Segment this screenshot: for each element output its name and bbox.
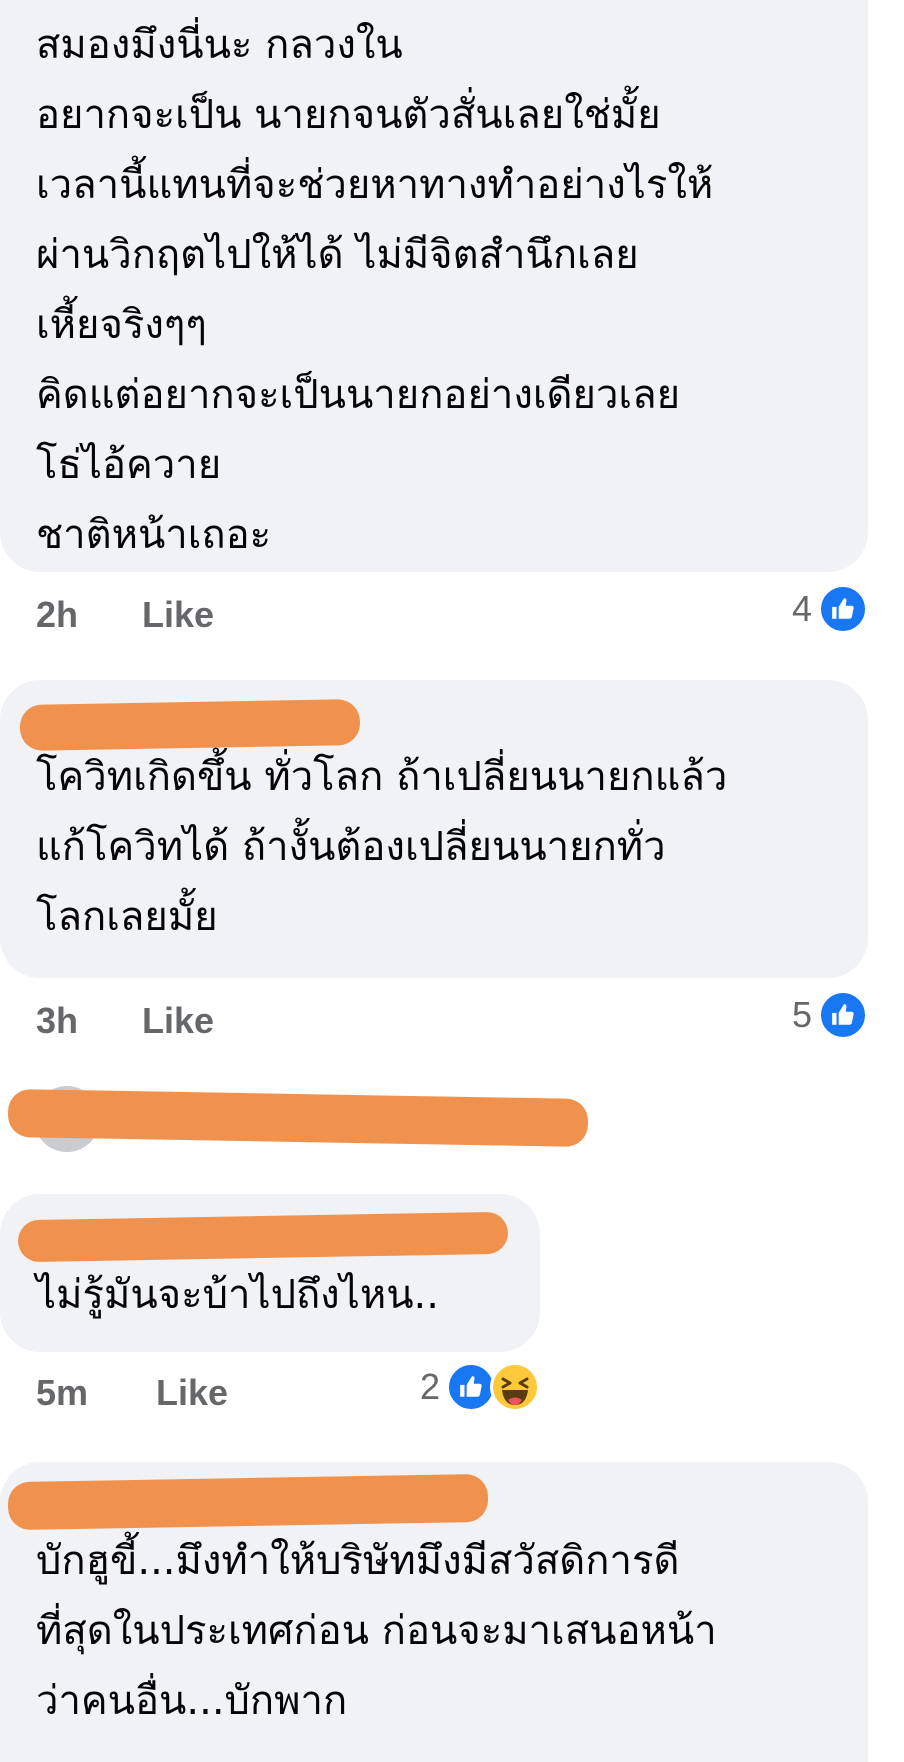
comment-text-line: เหี้ยจริงๆๆ [36, 302, 207, 348]
comment-bubble: ไม่รู้มันจะบ้าไปถึงไหน.. [0, 1194, 540, 1352]
comment-timestamp: 5m [36, 1372, 89, 1413]
comment-text-line: ว่าคนอื่น...บักพาก [36, 1678, 348, 1724]
like-icon [818, 584, 868, 634]
reaction-count: 5 [791, 994, 812, 1035]
reaction-count: 2 [419, 1366, 440, 1407]
reaction-count: 4 [791, 588, 812, 629]
comment-text-line: คิดแต่อยากจะเป็นนายกอย่างเดียวเลย [36, 372, 681, 418]
like-button[interactable]: Like [156, 1372, 228, 1414]
redacted-name [7, 1473, 489, 1531]
redacted-name [7, 1088, 589, 1148]
haha-icon [490, 1362, 540, 1412]
comment-timestamp: 3h [36, 1000, 79, 1041]
comment-text-line: อยากจะเป็น นายกจนตัวสั่นเลยใช่มั้ย [36, 92, 661, 138]
reaction-summary[interactable]: 5 [792, 990, 868, 1040]
like-button[interactable]: Like [142, 594, 214, 636]
comment-timestamp: 2h [36, 594, 79, 635]
comment-text-line: ที่สุดในประเทศก่อน ก่อนจะมาเสนอหน้า [36, 1608, 717, 1654]
reaction-summary[interactable]: 4 [792, 584, 868, 634]
comment-meta: 3h Like 5 [36, 990, 868, 1056]
comment-text-line: แก้โควิทได้ ถ้างั้นต้องเปลี่ยนนายกทั่ว [36, 824, 666, 870]
like-button[interactable]: Like [142, 1000, 214, 1042]
like-icon [446, 1362, 496, 1412]
comment-text-line: โธ่ไอ้ควาย [36, 442, 222, 488]
comment-text-line: ผ่านวิกฤตไปให้ได้ ไม่มีจิตสำนึกเลย [36, 232, 639, 278]
comment-text-line: บักฮูขี้...มึงทำให้บริษัทมึงมีสวัสดิการด… [36, 1538, 680, 1584]
comment-meta: 5m Like 2 [36, 1362, 540, 1428]
comment-text-line: โลกเลยมั้ย [36, 894, 218, 940]
redacted-name [17, 1211, 509, 1263]
comment-text-line: ไม่รู้มันจะบ้าไปถึงไหน.. [36, 1272, 439, 1318]
comment-text-line: โควิทเกิดขึ้น ทั่วโลก ถ้าเปลี่ยนนายกแล้ว [36, 754, 728, 800]
comment-bubble: สมองมึงนี่นะ กลวงใน อยากจะเป็น นายกจนตัว… [0, 0, 868, 572]
comment-text-line: ชาติหน้าเถอะ [36, 512, 272, 558]
comment-text-line: เวลานี้แทนที่จะช่วยหาทางทำอย่างไรให้ [36, 162, 714, 208]
comment-bubble: บักฮูขี้...มึงทำให้บริษัทมึงมีสวัสดิการด… [0, 1462, 868, 1762]
comment-bubble: โควิทเกิดขึ้น ทั่วโลก ถ้าเปลี่ยนนายกแล้ว… [0, 680, 868, 978]
comment-text-line: สมองมึงนี่นะ กลวงใน [36, 22, 403, 68]
like-icon [818, 990, 868, 1040]
reaction-summary[interactable]: 2 [420, 1362, 540, 1412]
comment-meta: 2h Like 4 [36, 584, 868, 650]
